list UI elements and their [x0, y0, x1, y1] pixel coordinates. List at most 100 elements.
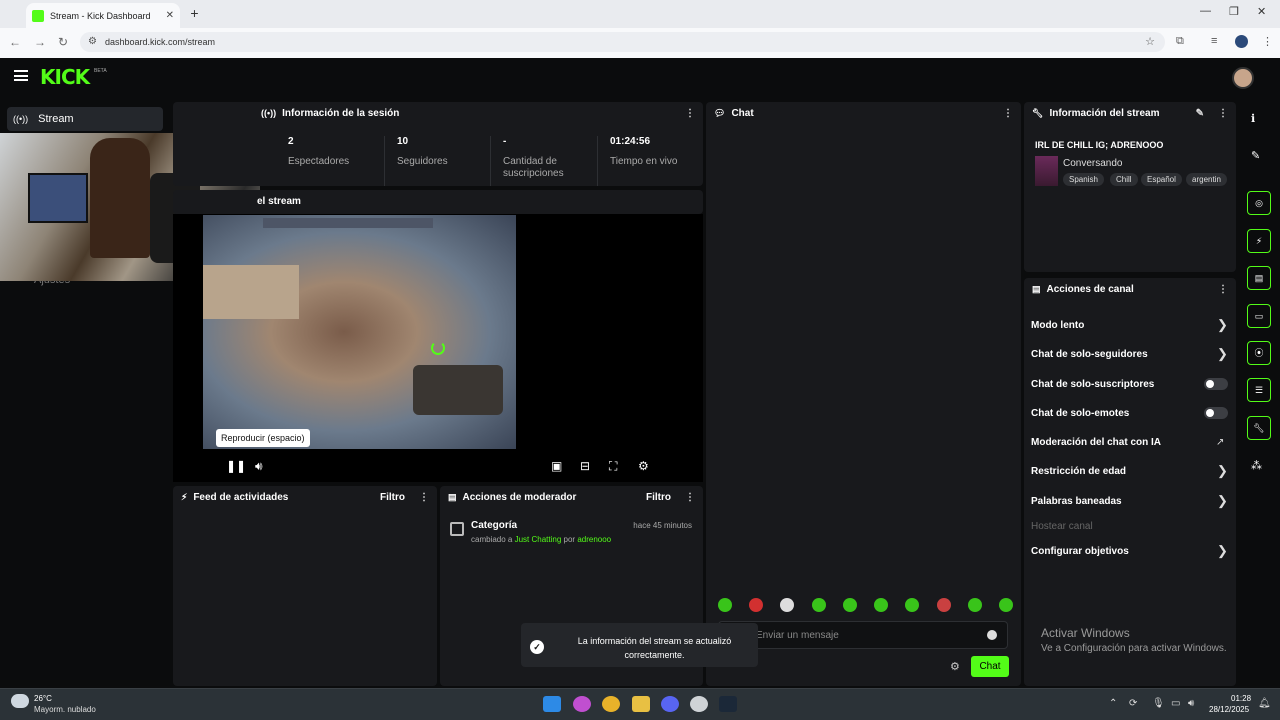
theater-mode-icon[interactable]: ⊟ [580, 459, 590, 473]
file-explorer-icon[interactable] [632, 696, 650, 712]
emote-icon[interactable] [874, 598, 889, 612]
mod-action-title: Categoría [471, 520, 518, 531]
filter-button[interactable]: Filtro [380, 492, 405, 503]
edit-pencil-icon[interactable]: ✎ [1196, 108, 1204, 119]
add-widget-icon[interactable]: ⁂ [1251, 459, 1262, 472]
sidebar-item-stream[interactable]: ((•)) Stream [7, 107, 163, 131]
lightning-icon[interactable]: ⚡︎ [1247, 229, 1271, 253]
pip-icon[interactable]: ▣ [551, 459, 562, 473]
emote-icon[interactable] [842, 598, 857, 612]
speaker-icon[interactable]: 🔊︎ [1188, 698, 1194, 709]
clock-date[interactable]: 28/12/2025 [1209, 705, 1249, 714]
lightning-icon: ⚡︎ [181, 491, 188, 502]
restore-icon[interactable]: ❐ [1229, 5, 1239, 18]
emote-icon[interactable] [811, 598, 826, 612]
reload-icon[interactable]: ↻ [58, 35, 68, 49]
network-icon[interactable]: ▭ [1171, 698, 1180, 709]
emote-icon[interactable] [967, 598, 982, 612]
focus-icon[interactable]: ◎ [1247, 191, 1271, 215]
user-avatar[interactable] [1232, 67, 1254, 89]
weather-description[interactable]: Mayorm. nublado [34, 705, 96, 714]
emote-icon[interactable] [936, 598, 951, 612]
forward-icon[interactable]: → [34, 35, 46, 49]
obs-icon[interactable] [690, 696, 708, 712]
user-link[interactable]: adrenooo [577, 535, 611, 544]
category-icon [450, 522, 464, 536]
url-field[interactable]: ⚙ dashboard.kick.com/stream ☆ [80, 32, 1165, 52]
action-banned-words[interactable]: Palabras baneadas [1031, 496, 1122, 507]
site-info-icon[interactable]: ⚙ [88, 36, 97, 47]
minimize-icon[interactable]: — [1200, 5, 1211, 17]
chevron-right-icon[interactable]: ❯ [1217, 346, 1228, 362]
chevron-right-icon[interactable]: ❯ [1217, 463, 1228, 479]
chat-settings-icon[interactable]: ⚙ [950, 660, 960, 673]
chevron-right-icon[interactable]: ❯ [1217, 317, 1228, 333]
media-icon[interactable]: ≡ [1211, 35, 1217, 47]
action-slow-mode[interactable]: Modo lento [1031, 320, 1084, 331]
chevron-right-icon[interactable]: ❯ [1217, 543, 1228, 559]
emote-icon[interactable] [905, 598, 920, 612]
action-followers-only[interactable]: Chat de solo-seguidores [1031, 349, 1148, 360]
emote-icon[interactable] [749, 598, 764, 612]
fullscreen-icon[interactable]: ⛶ [609, 459, 617, 474]
action-configure-goals[interactable]: Configurar objetivos [1031, 546, 1129, 557]
more-options-icon[interactable]: ⋮ [419, 492, 429, 503]
category-link[interactable]: Just Chatting [515, 535, 562, 544]
new-tab-button[interactable]: + [187, 6, 202, 21]
more-options-icon[interactable]: ⋮ [1218, 284, 1228, 295]
send-chat-button[interactable]: Chat [971, 656, 1009, 677]
volume-icon[interactable]: 🔊︎ [255, 459, 263, 474]
clipboard-icon[interactable]: ▤ [1247, 266, 1271, 290]
steam-icon[interactable] [719, 696, 737, 712]
emotes-only-toggle[interactable] [1204, 407, 1228, 419]
music-app-icon[interactable] [573, 696, 591, 712]
more-options-icon[interactable]: ⋮ [1003, 108, 1013, 119]
stat-value: 01:24:56 [610, 136, 651, 147]
layout-icon[interactable]: ☰ [1247, 378, 1271, 402]
back-icon[interactable]: ← [9, 35, 21, 49]
settings-gear-icon[interactable]: ⚙ [638, 459, 649, 473]
emote-icon[interactable] [780, 598, 795, 612]
discord-icon[interactable] [661, 696, 679, 712]
extensions-icon[interactable]: ⧉ [1176, 35, 1184, 48]
loading-spinner-icon [431, 341, 445, 355]
profile-avatar[interactable] [1235, 35, 1248, 48]
more-options-icon[interactable]: ⋮ [1218, 108, 1228, 119]
kick-logo[interactable]: KICK [40, 65, 90, 89]
wrench-icon[interactable]: 🔧︎ [1247, 416, 1271, 440]
url-text: dashboard.kick.com/stream [105, 37, 216, 47]
weather-temperature[interactable]: 26°C [34, 694, 52, 703]
bookmark-star-icon[interactable]: ☆ [1145, 35, 1155, 48]
emote-icon[interactable] [998, 598, 1013, 612]
edit-icon[interactable]: ✎ [1251, 149, 1260, 162]
stat-live-time: 01:24:56 Tiempo en vivo [598, 136, 703, 186]
close-tab-icon[interactable]: ✕ [166, 10, 174, 21]
action-ai-moderation[interactable]: Moderación del chat con IA [1031, 437, 1161, 448]
chat-message-input[interactable]: Enviar un mensaje [718, 621, 1008, 649]
action-age-restriction[interactable]: Restricción de edad [1031, 466, 1126, 477]
notification-icon[interactable]: 🔔︎ [1258, 698, 1271, 709]
browser-menu-icon[interactable]: ⋮ [1262, 35, 1273, 48]
chrome-icon[interactable] [602, 696, 620, 712]
external-link-icon[interactable]: ↗ [1216, 437, 1224, 448]
tray-overflow-icon[interactable]: ⌃ [1109, 698, 1117, 709]
info-icon[interactable]: ℹ [1251, 112, 1255, 125]
microphone-icon[interactable]: 🎙︎ [1152, 698, 1165, 709]
browser-tab[interactable]: Stream - Kick Dashboard ✕ [26, 3, 180, 28]
weather-cloud-icon[interactable] [11, 694, 29, 708]
chevron-right-icon[interactable]: ❯ [1217, 493, 1228, 509]
emote-icon[interactable] [718, 598, 732, 612]
more-options-icon[interactable]: ⋮ [685, 108, 695, 119]
chat-bubble-icon[interactable]: ▭ [1247, 304, 1271, 328]
hamburger-menu-icon[interactable] [14, 70, 28, 81]
filter-button[interactable]: Filtro [646, 492, 671, 503]
start-icon[interactable] [543, 696, 561, 712]
close-window-icon[interactable]: ✕ [1257, 5, 1266, 18]
subscribers-only-toggle[interactable] [1204, 378, 1228, 390]
pause-icon[interactable]: ❚❚ [226, 459, 246, 473]
broadcast-icon[interactable]: ⦿ [1247, 341, 1271, 365]
tray-sync-icon[interactable]: ⟳ [1129, 698, 1137, 709]
emoji-icon[interactable] [987, 630, 997, 640]
clock-time[interactable]: 01:28 [1231, 694, 1251, 703]
more-options-icon[interactable]: ⋮ [685, 492, 695, 503]
